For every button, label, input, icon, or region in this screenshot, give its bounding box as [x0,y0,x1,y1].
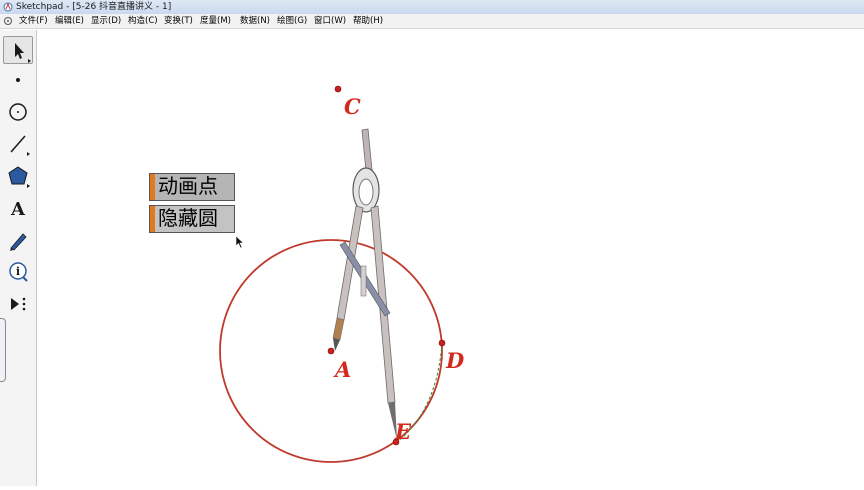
window-titlebar: Sketchpad - [5-26 抖音直播讲义 - 1] [0,0,864,15]
custom-tool[interactable] [3,290,33,318]
panel-collapse-tab[interactable] [0,318,6,382]
text-a-icon: A [10,199,26,220]
menu-edit[interactable]: 编辑(E) [55,14,84,28]
marker-tool[interactable] [3,226,33,254]
window-title: Sketchpad - [5-26 抖音直播讲义 - 1] [16,2,172,12]
line-segment-icon [10,135,30,156]
point-icon [16,78,20,82]
button-handle[interactable] [150,174,155,200]
polygon-icon [8,166,30,188]
information-tool[interactable]: i [3,258,33,286]
compass-tool[interactable] [3,98,33,126]
info-icon: i [9,262,28,282]
menu-transform[interactable]: 变换(T) [164,14,193,28]
label-d[interactable]: D [445,348,465,373]
svg-text:A: A [10,199,26,220]
animate-point-button[interactable]: 动画点 [149,173,235,201]
point-a[interactable] [327,347,335,355]
menu-bar: 文件(F) 编辑(E) 显示(D) 构造(C) 变换(T) 度量(M) 数据(N… [0,14,864,29]
sketchpad-app-icon [3,2,13,12]
menu-window[interactable]: 窗口(W) [314,14,346,28]
menu-help[interactable]: 帮助(H) [353,14,383,28]
mouse-pointer-icon [235,235,245,249]
text-tool[interactable]: A [3,194,33,222]
menu-display[interactable]: 显示(D) [91,14,121,28]
straightedge-tool[interactable] [3,130,33,158]
custom-tools-icon [11,297,26,311]
polygon-tool[interactable] [3,162,33,190]
circle-tool-icon [9,103,27,121]
menu-measure[interactable]: 度量(M) [200,14,231,28]
animate-point-label: 动画点 [158,174,218,198]
hide-circle-label: 隐藏圆 [158,206,218,230]
svg-text:i: i [16,265,20,278]
toolbox: A i [0,30,37,486]
hide-circle-button[interactable]: 隐藏圆 [149,205,235,233]
document-icon[interactable] [3,16,13,26]
point-c[interactable] [334,85,342,93]
label-a[interactable]: A [333,357,351,382]
arrow-tool[interactable] [3,36,33,64]
compass-image [332,128,397,440]
menu-data[interactable]: 数据(N) [240,14,270,28]
sketch-drawing: C A D E [219,85,465,463]
menu-construct[interactable]: 构造(C) [128,14,158,28]
arrow-select-icon [15,43,31,63]
menu-file[interactable]: 文件(F) [19,14,48,28]
sketch-canvas[interactable]: C A D E [37,30,864,486]
point-tool[interactable] [3,66,33,94]
label-e[interactable]: E [394,419,412,444]
marker-pen-icon [10,233,27,251]
menu-graph[interactable]: 绘图(G) [277,14,307,28]
point-d[interactable] [438,339,446,347]
label-c[interactable]: C [344,94,361,119]
button-handle[interactable] [150,206,155,232]
